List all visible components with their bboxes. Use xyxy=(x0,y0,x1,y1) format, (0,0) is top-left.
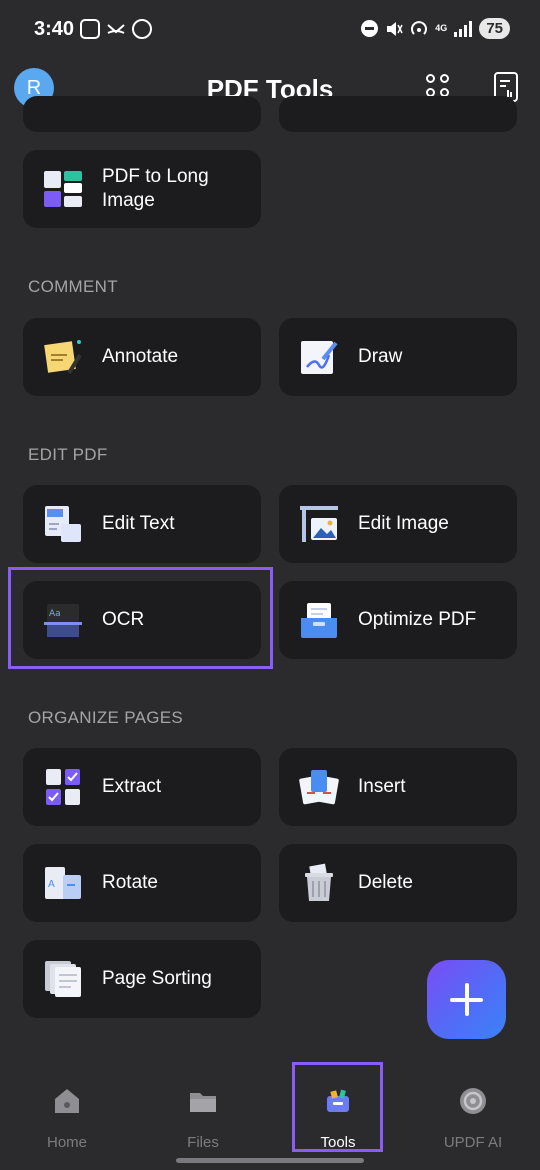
status-bar: 3:40 4G 75 xyxy=(0,0,540,60)
screenshot-icon xyxy=(80,19,100,39)
tool-annotate[interactable]: Annotate xyxy=(23,318,261,396)
signal-icon xyxy=(454,20,473,37)
hotspot-icon xyxy=(411,20,428,35)
nav-label: Files xyxy=(187,1134,219,1151)
system-icons: 4G 75 xyxy=(361,18,510,39)
tool-label: Edit Image xyxy=(358,513,449,534)
section-title-edit-pdf: EDIT PDF xyxy=(28,445,108,464)
tool-label: Page Sorting xyxy=(102,968,212,989)
whatsapp-icon xyxy=(132,19,152,39)
home-icon xyxy=(55,1089,79,1113)
draw-icon xyxy=(301,341,338,374)
section-title-comment: COMMENT xyxy=(28,277,118,296)
insert-icon xyxy=(299,770,339,805)
folder-icon xyxy=(190,1093,216,1112)
dnd-icon xyxy=(361,20,379,37)
optimize-icon xyxy=(301,603,337,638)
tool-label: Optimize PDF xyxy=(358,609,477,630)
tool-card-partial[interactable] xyxy=(279,96,517,132)
tool-label: Rotate xyxy=(102,872,158,893)
ai-icon xyxy=(460,1088,486,1114)
tool-label: Edit Text xyxy=(102,513,175,534)
tool-delete[interactable]: Delete xyxy=(279,844,517,922)
network-type: 4G xyxy=(435,23,448,33)
long-image-icon xyxy=(44,171,82,207)
tool-rotate[interactable]: A Rotate xyxy=(23,844,261,922)
add-button[interactable] xyxy=(427,960,506,1039)
nav-home[interactable]: Home xyxy=(12,1082,122,1152)
tool-label: Extract xyxy=(102,776,162,797)
section-title-organize-pages: ORGANIZE PAGES xyxy=(28,708,184,727)
annotate-icon xyxy=(44,340,82,375)
tool-draw[interactable]: Draw xyxy=(279,318,517,396)
svg-text:A: A xyxy=(48,879,55,890)
page-sorting-icon xyxy=(45,961,81,997)
status-time: 3:40 xyxy=(34,18,75,40)
tool-pdf-to-long-image[interactable]: PDF to Long Image xyxy=(23,150,261,228)
ocr-highlight-frame xyxy=(8,567,273,669)
missed-call-icon xyxy=(106,19,126,39)
nav-files[interactable]: Files xyxy=(148,1082,258,1152)
tool-label: Delete xyxy=(358,872,413,893)
tool-label: Annotate xyxy=(102,346,179,367)
tool-extract[interactable]: Extract xyxy=(23,748,261,826)
edit-image-icon xyxy=(300,506,338,542)
nav-label: Home xyxy=(46,1134,87,1151)
extract-icon xyxy=(46,769,80,805)
bottom-nav: Home Files Tools UPDF AI xyxy=(0,1072,540,1170)
tool-label: PDF to Long Image xyxy=(102,166,209,211)
tool-card-partial[interactable] xyxy=(23,96,261,132)
nav-label: UPDF AI xyxy=(443,1134,503,1151)
tool-edit-text[interactable]: Edit Text xyxy=(23,485,261,563)
tool-label: Insert xyxy=(358,776,406,797)
nav-updf-ai[interactable]: UPDF AI xyxy=(418,1082,528,1152)
battery-level: 75 xyxy=(479,18,510,39)
edit-text-icon xyxy=(45,506,81,542)
rotate-icon: A xyxy=(45,867,81,899)
tool-edit-image[interactable]: Edit Image xyxy=(279,485,517,563)
tools-highlight-frame xyxy=(292,1062,383,1152)
tool-label: Draw xyxy=(358,346,403,367)
home-indicator[interactable] xyxy=(176,1158,364,1163)
tool-page-sorting[interactable]: Page Sorting xyxy=(23,940,261,1018)
notification-icons xyxy=(80,19,152,39)
trash-icon xyxy=(305,863,333,901)
tool-optimize-pdf[interactable]: Optimize PDF xyxy=(279,581,517,659)
tool-insert[interactable]: Insert xyxy=(279,748,517,826)
mute-icon xyxy=(387,21,403,36)
